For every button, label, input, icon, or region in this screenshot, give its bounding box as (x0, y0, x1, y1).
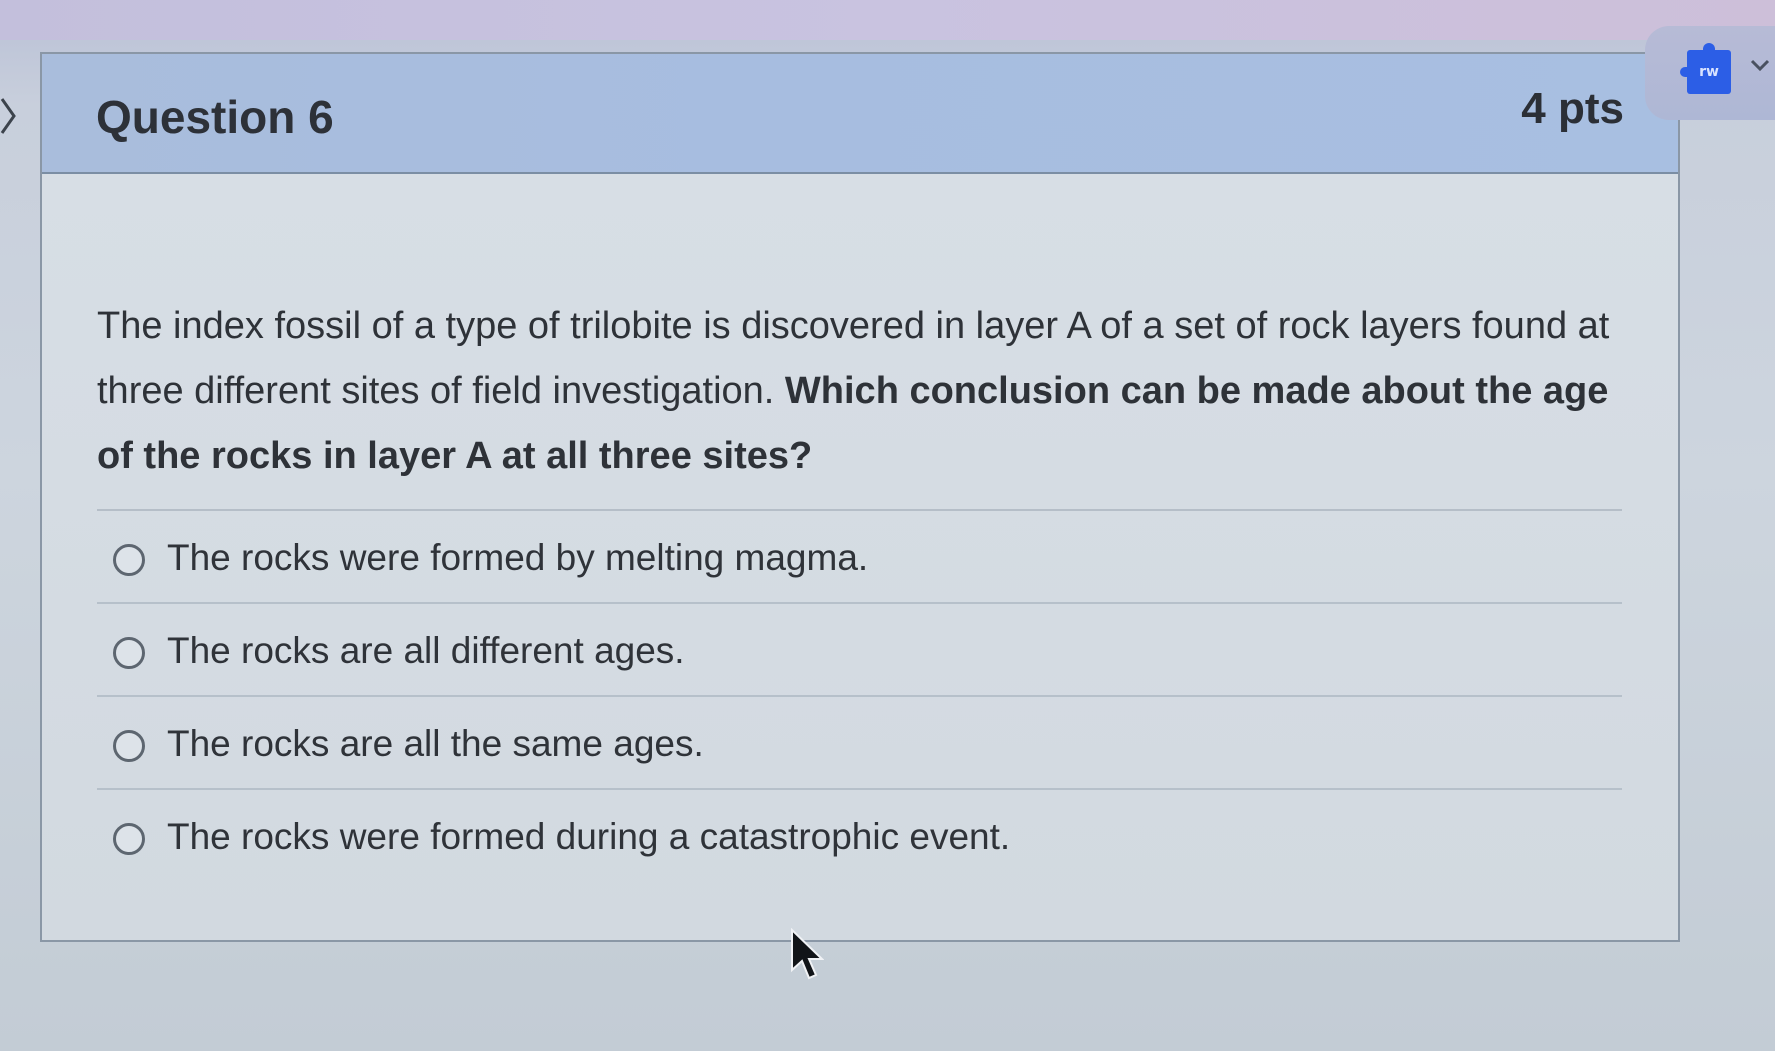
answer-label[interactable]: The rocks are all different ages. (167, 630, 685, 672)
question-text: The index fossil of a type of trilobite … (97, 294, 1637, 489)
mouse-cursor-icon (791, 928, 824, 980)
answer-option[interactable]: The rocks were formed during a catastrop… (97, 790, 1622, 883)
answer-list: The rocks were formed by melting magma. … (97, 509, 1622, 883)
extension-widget[interactable]: rw (1645, 26, 1775, 120)
previous-arrow-icon[interactable] (0, 95, 18, 137)
chevron-down-icon[interactable] (1749, 54, 1771, 76)
answer-option[interactable]: The rocks were formed by melting magma. (97, 511, 1622, 604)
radio-button[interactable] (113, 730, 145, 762)
answer-label[interactable]: The rocks were formed by melting magma. (167, 537, 868, 579)
radio-button[interactable] (113, 544, 145, 576)
answer-label[interactable]: The rocks were formed during a catastrop… (167, 816, 1010, 858)
answer-option[interactable]: The rocks are all different ages. (97, 604, 1622, 697)
radio-button[interactable] (113, 637, 145, 669)
question-header: Question 6 4 pts (42, 54, 1678, 174)
question-points: 4 pts (1521, 84, 1624, 133)
browser-top-strip (0, 0, 1775, 40)
answer-option[interactable]: The rocks are all the same ages. (97, 697, 1622, 790)
answer-label[interactable]: The rocks are all the same ages. (167, 723, 704, 765)
puzzle-icon[interactable]: rw (1680, 43, 1731, 94)
radio-button[interactable] (113, 823, 145, 855)
question-title: Question 6 (96, 91, 334, 143)
question-card: Question 6 4 pts The index fossil of a t… (40, 52, 1680, 942)
